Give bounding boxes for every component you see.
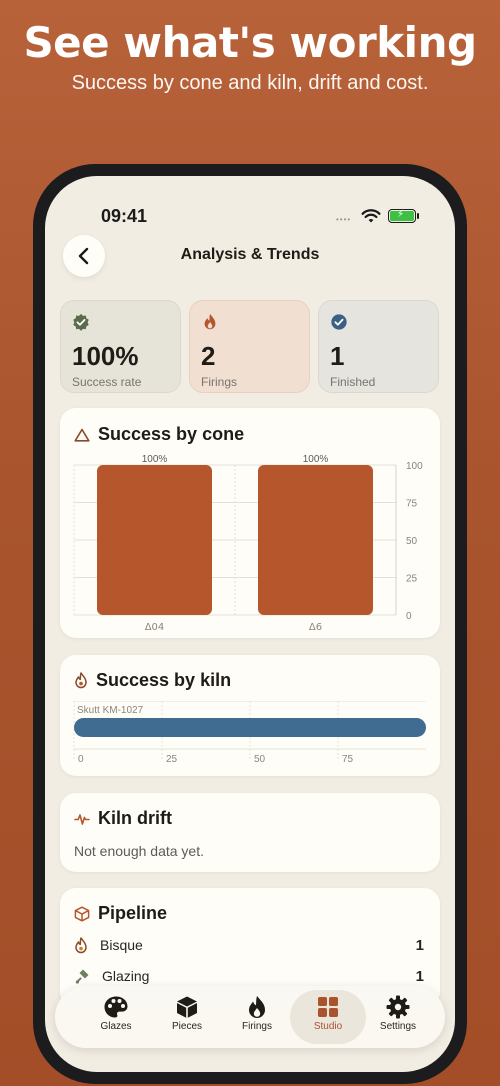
card-title-text: Pipeline <box>98 903 168 923</box>
pipeline-row-count: 1 <box>415 936 424 954</box>
status-bar: 09:41 •••• ⚡ <box>45 206 455 230</box>
cone-bar-chart: 100 75 50 25 0 100% Δ04 100% Δ6 <box>73 454 423 633</box>
y-tick-label: 100 <box>406 461 423 472</box>
app-screen: 09:41 •••• ⚡ Analysis & Trends 100% Succ… <box>45 176 455 1072</box>
signal-icon: •••• <box>336 215 352 224</box>
x-tick-label: 50 <box>254 754 266 765</box>
bisque-flame-icon <box>75 936 87 953</box>
success-by-cone-card: Success by cone 100 75 50 25 0 100% Δ04 100% Δ6 <box>60 408 440 638</box>
tab-bar: Glazes Pieces Firings Studio Settings <box>55 986 445 1048</box>
stat-label: Firings <box>201 375 238 389</box>
grid-icon <box>318 997 338 1017</box>
check-badge-icon <box>73 313 89 331</box>
tab-settings[interactable]: Settings <box>360 990 436 1044</box>
kiln-drift-card: Kiln drift Not enough data yet. <box>60 793 440 872</box>
stat-value: 2 <box>201 341 216 371</box>
stat-value: 1 <box>330 341 345 371</box>
bar-value-label: 100% <box>303 454 329 465</box>
check-circle-icon <box>331 314 347 330</box>
stat-card-finished: 1 Finished <box>318 300 439 393</box>
pipeline-row-label: Glazing <box>102 968 150 984</box>
card-title: Pipeline <box>74 903 167 924</box>
gear-icon <box>386 995 410 1019</box>
wifi-icon <box>361 209 381 223</box>
page-title: Analysis & Trends <box>180 246 320 263</box>
y-tick-label: 0 <box>406 611 412 622</box>
x-tick-label: 0 <box>78 754 84 765</box>
cone-triangle-icon <box>74 428 90 442</box>
x-tick-label: 25 <box>166 754 178 765</box>
tab-label: Settings <box>379 1021 417 1032</box>
promo-title: See what's working <box>23 18 477 67</box>
card-title: Success by kiln <box>74 670 231 691</box>
promo-subtitle: Success by cone and kiln, drift and cost… <box>71 72 429 94</box>
tab-studio[interactable]: Studio <box>290 990 366 1044</box>
stat-value: 100% <box>72 341 139 371</box>
y-tick-label: 50 <box>406 536 418 547</box>
flame-icon <box>249 996 265 1018</box>
tab-label: Glazes <box>100 1021 132 1032</box>
pipeline-row-count: 1 <box>415 967 424 985</box>
success-by-kiln-card: Success by kiln 0 25 50 75 Skutt KM-1027 <box>60 655 440 776</box>
x-tick-label: Δ6 <box>309 622 322 633</box>
stat-card-firings: 2 Firings <box>189 300 310 393</box>
card-title-text: Success by cone <box>98 424 245 444</box>
pipeline-row-bisque[interactable]: Bisque 1 <box>74 934 424 956</box>
flame-icon <box>204 313 216 330</box>
card-title-text: Success by kiln <box>96 670 232 690</box>
empty-state-message: Not enough data yet. <box>74 843 204 859</box>
tab-glazes[interactable]: Glazes <box>78 990 154 1044</box>
battery-icon: ⚡ <box>388 209 416 223</box>
cube-icon <box>177 996 197 1018</box>
stat-label: Finished <box>330 375 376 389</box>
glaze-brush-icon <box>75 969 89 984</box>
tab-label: Firings <box>241 1021 272 1032</box>
tab-label: Pieces <box>171 1021 202 1032</box>
bar-value-label: 100% <box>142 454 168 465</box>
y-tick-label: 25 <box>406 574 418 585</box>
card-title: Kiln drift <box>74 808 172 829</box>
stat-card-success-rate: 100% Success rate <box>60 300 181 393</box>
card-title: Success by cone <box>74 424 244 445</box>
tab-label: Studio <box>313 1021 343 1032</box>
y-category-label: Skutt KM-1027 <box>77 705 144 716</box>
kiln-bar-chart: 0 25 50 75 Skutt KM-1027 <box>73 701 426 765</box>
box-icon <box>74 905 90 922</box>
tab-firings[interactable]: Firings <box>219 990 295 1044</box>
x-tick-label: 75 <box>342 754 354 765</box>
kiln-flame-icon <box>75 672 87 689</box>
pipeline-row-label: Bisque <box>100 937 143 953</box>
palette-icon <box>104 996 128 1018</box>
pulse-icon <box>74 813 90 825</box>
card-title-text: Kiln drift <box>98 808 172 828</box>
stat-label: Success rate <box>72 375 142 389</box>
cone-bar <box>258 465 373 615</box>
cone-bar <box>97 465 212 615</box>
tab-pieces[interactable]: Pieces <box>149 990 225 1044</box>
pipeline-row-glazing[interactable]: Glazing 1 <box>74 965 424 987</box>
x-tick-label: Δ04 <box>145 622 165 633</box>
y-tick-label: 75 <box>406 499 418 510</box>
phone-frame: 09:41 •••• ⚡ Analysis & Trends 100% Succ… <box>33 164 467 1084</box>
status-time: 09:41 <box>101 206 148 226</box>
kiln-bar <box>74 718 426 737</box>
